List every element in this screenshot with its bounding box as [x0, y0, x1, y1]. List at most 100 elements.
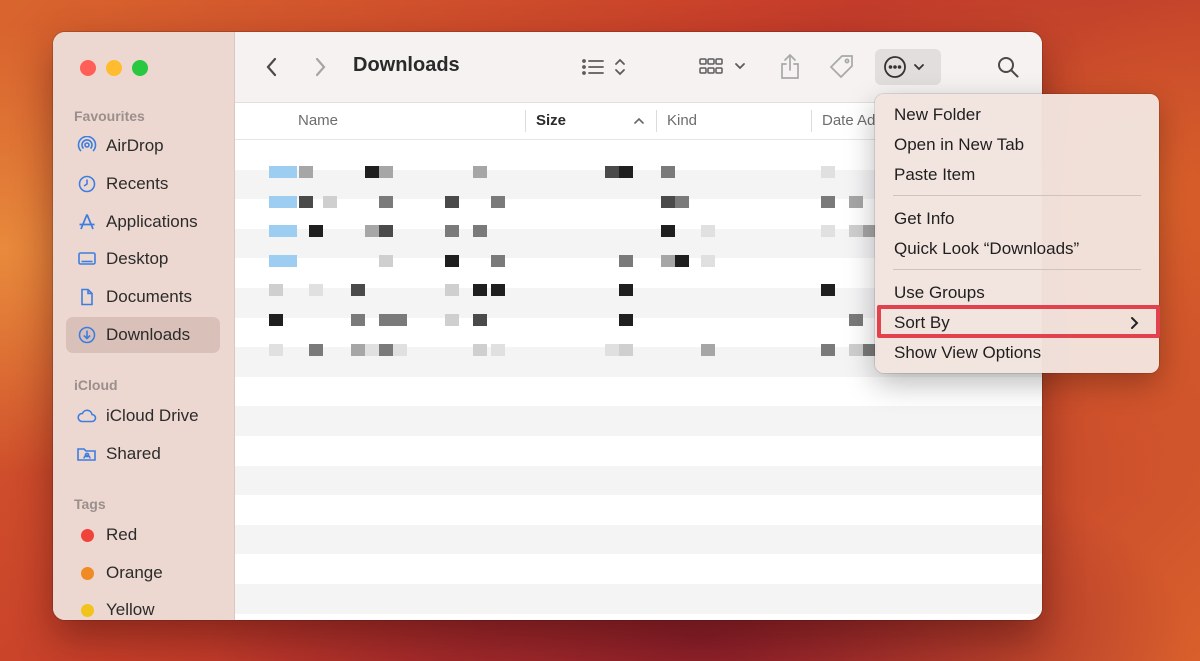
table-row[interactable] — [235, 436, 1042, 466]
redacted-pixel-block — [379, 314, 393, 326]
back-button[interactable] — [257, 50, 287, 84]
table-row[interactable] — [235, 583, 1042, 614]
sidebar-item-tag-yellow[interactable]: Yellow — [66, 592, 220, 620]
redacted-pixel-block — [393, 314, 407, 326]
redacted-pixel-block — [661, 225, 675, 238]
tag-icon — [829, 55, 853, 79]
column-header-kind[interactable]: Kind — [667, 112, 697, 129]
redacted-pixel-block — [473, 284, 487, 297]
sidebar-item-documents[interactable]: Documents — [66, 279, 220, 315]
menu-item-show-view-options[interactable]: Show View Options — [894, 340, 1041, 366]
redacted-pixel-block — [309, 343, 323, 356]
chevron-right-icon — [315, 57, 326, 77]
share-button[interactable] — [775, 50, 805, 84]
column-divider[interactable] — [525, 110, 526, 132]
group-view-button[interactable] — [697, 50, 751, 84]
column-header-date-added[interactable]: Date Ad — [822, 112, 875, 129]
toolbar: Downloads — [235, 32, 1042, 103]
tag-dot-yellow — [80, 603, 94, 617]
redacted-pixel-block — [849, 343, 863, 356]
sidebar-item-applications[interactable]: Applications — [66, 204, 220, 240]
menu-separator — [893, 269, 1141, 270]
table-row[interactable] — [235, 524, 1042, 555]
redacted-pixel-block — [351, 284, 365, 297]
airdrop-icon — [76, 135, 98, 157]
sidebar-item-airdrop[interactable]: AirDrop — [66, 128, 220, 164]
sidebar-item-label: Desktop — [106, 249, 169, 268]
menu-item-paste-item[interactable]: Paste Item — [894, 162, 975, 188]
redacted-pixel-block — [821, 166, 835, 178]
sidebar-item-label: Yellow — [106, 600, 155, 619]
redacted-pixel-block — [821, 284, 835, 297]
redacted-pixel-block — [675, 254, 689, 267]
tag-dot-red — [80, 528, 94, 542]
redacted-pixel-block — [309, 284, 323, 297]
redacted-pixel-block — [269, 314, 283, 326]
ellipsis-circle-icon — [884, 56, 924, 78]
table-row[interactable] — [235, 406, 1042, 436]
sort-by-highlight-outline — [877, 305, 1160, 338]
redacted-pixel-block — [473, 314, 487, 326]
sidebar-item-icloud-drive[interactable]: iCloud Drive — [66, 398, 220, 434]
menu-separator — [893, 195, 1141, 196]
redacted-pixel-block — [309, 225, 323, 238]
redacted-pixel-block — [491, 284, 505, 297]
cloud-icon — [76, 405, 98, 427]
menu-item-get-info[interactable]: Get Info — [894, 206, 954, 232]
desktop-icon — [76, 248, 98, 270]
sidebar-item-desktop[interactable]: Desktop — [66, 241, 220, 277]
more-actions-button[interactable] — [875, 49, 941, 85]
document-icon — [76, 286, 98, 308]
column-header-size[interactable]: Size — [536, 112, 566, 129]
close-window-button[interactable] — [80, 60, 96, 76]
chevron-left-icon — [266, 57, 277, 77]
redacted-pixel-block — [365, 343, 379, 356]
sidebar-item-label: Red — [106, 525, 138, 544]
sidebar-item-tag-orange[interactable]: Orange — [66, 555, 220, 591]
tag-color-dot-icon — [76, 599, 98, 620]
tag-button[interactable] — [825, 50, 859, 84]
sidebar-item-downloads[interactable]: Downloads — [66, 317, 220, 353]
redacted-pixel-block — [351, 343, 365, 356]
menu-item-use-groups[interactable]: Use Groups — [894, 280, 985, 306]
zoom-window-button[interactable] — [132, 60, 148, 76]
favourites-heading: Favourites — [74, 108, 145, 124]
search-icon — [998, 57, 1019, 78]
shared-folder-icon — [76, 443, 98, 465]
forward-button[interactable] — [305, 50, 335, 84]
menu-item-new-folder[interactable]: New Folder — [894, 102, 981, 128]
sidebar-item-tag-red[interactable]: Red — [66, 517, 220, 553]
search-button[interactable] — [991, 50, 1025, 84]
file-icon — [269, 225, 297, 238]
column-header-name[interactable]: Name — [298, 112, 338, 129]
sidebar-item-recents[interactable]: Recents — [66, 166, 220, 202]
redacted-pixel-block — [619, 166, 633, 178]
sidebar-item-label: Applications — [106, 212, 198, 231]
redacted-pixel-block — [351, 314, 365, 326]
sidebar-item-label: Downloads — [106, 325, 191, 344]
column-divider[interactable] — [811, 110, 812, 132]
redacted-pixel-block — [299, 166, 313, 178]
grid-view-icon — [699, 58, 745, 74]
column-divider[interactable] — [656, 110, 657, 132]
redacted-pixel-block — [365, 166, 379, 178]
redacted-pixel-block — [661, 166, 675, 178]
window-controls — [80, 60, 148, 76]
menu-item-open-in-new-tab[interactable]: Open in New Tab — [894, 132, 1024, 158]
table-row[interactable] — [235, 465, 1042, 496]
table-row[interactable] — [235, 495, 1042, 525]
redacted-pixel-block — [299, 195, 313, 208]
menu-item-quick-look[interactable]: Quick Look “Downloads” — [894, 236, 1079, 262]
sidebar-item-shared[interactable]: Shared — [66, 436, 220, 472]
table-row[interactable] — [235, 377, 1042, 407]
minimize-window-button[interactable] — [106, 60, 122, 76]
redacted-pixel-block — [379, 195, 393, 208]
redacted-pixel-block — [849, 195, 863, 208]
redacted-pixel-block — [619, 343, 633, 356]
list-view-button[interactable] — [580, 50, 632, 84]
redacted-pixel-block — [445, 254, 459, 267]
redacted-pixel-block — [619, 314, 633, 326]
table-row[interactable] — [235, 554, 1042, 584]
sidebar-item-label: AirDrop — [106, 136, 164, 155]
redacted-pixel-block — [821, 225, 835, 238]
